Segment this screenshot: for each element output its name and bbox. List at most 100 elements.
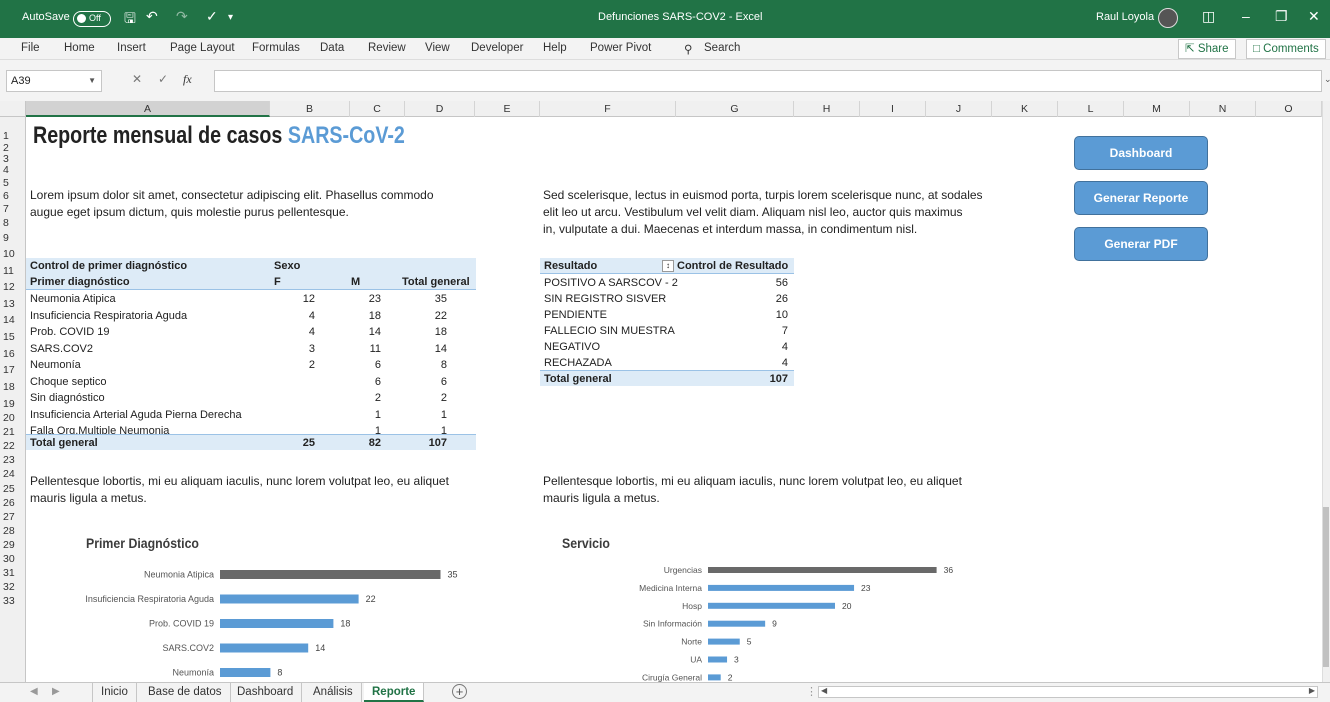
pivot1-row[interactable]: Choque septico 6 6: [26, 374, 476, 390]
row-header-8[interactable]: 8: [0, 217, 26, 230]
menu-power-pivot[interactable]: Power Pivot: [590, 42, 651, 54]
col-header-i[interactable]: I: [860, 101, 926, 117]
prev-sheet-icon[interactable]: ◀: [30, 686, 38, 697]
pivot2-row[interactable]: PENDIENTE 10: [540, 307, 794, 323]
pivot-table-primer-diagnostico[interactable]: Control de primer diagnóstico Sexo Prime…: [26, 258, 476, 458]
row-header-31[interactable]: 31: [0, 567, 26, 580]
next-sheet-icon[interactable]: ▶: [52, 686, 60, 697]
row-header-5[interactable]: 5: [0, 177, 26, 190]
ribbon-display-icon[interactable]: ◫: [1202, 8, 1215, 25]
avatar[interactable]: [1158, 8, 1178, 28]
menu-home[interactable]: Home: [64, 42, 95, 54]
row-header-28[interactable]: 28: [0, 525, 26, 538]
horizontal-scrollbar[interactable]: ◀ ▶: [818, 686, 1318, 698]
pivot-table-resultado[interactable]: Resultado ↕ Control de Resultado POSITIV…: [540, 258, 794, 388]
col-header-j[interactable]: J: [926, 101, 992, 117]
chart-bar[interactable]: [708, 602, 835, 609]
row-header-7[interactable]: 7: [0, 203, 26, 216]
search-icon[interactable]: ⚲: [684, 42, 692, 56]
comments-button[interactable]: □ Comments: [1246, 39, 1326, 59]
search-box[interactable]: Search: [704, 42, 740, 54]
pivot1-row[interactable]: Insuficiencia Respiratoria Aguda 4 18 22: [26, 308, 476, 324]
pivot1-row[interactable]: Sin diagnóstico 2 2: [26, 390, 476, 406]
row-header-15[interactable]: 15: [0, 331, 26, 344]
chart-bar[interactable]: [220, 668, 271, 677]
row-header-19[interactable]: 19: [0, 398, 26, 411]
pivot1-row[interactable]: Neumonía 2 6 8: [26, 357, 476, 373]
user-name[interactable]: Raul Loyola: [1096, 11, 1154, 23]
row-header-6[interactable]: 6: [0, 190, 26, 203]
enter-icon[interactable]: ✓: [158, 72, 168, 86]
expand-formula-icon[interactable]: ⌄: [1324, 74, 1330, 85]
row-header-27[interactable]: 27: [0, 511, 26, 524]
chart-primer-diagnostico[interactable]: Neumonia Atipica 35 Insuficiencia Respirat…: [26, 555, 506, 682]
undo-icon[interactable]: ↶: [146, 8, 158, 25]
generar-pdf-button[interactable]: Generar PDF: [1074, 227, 1208, 261]
chart-bar[interactable]: [708, 638, 740, 645]
redo-icon[interactable]: ↷: [176, 8, 188, 25]
minimize-icon[interactable]: –: [1242, 8, 1250, 24]
row-header-17[interactable]: 17: [0, 364, 26, 377]
menu-insert[interactable]: Insert: [117, 42, 146, 54]
vertical-scroll-thumb[interactable]: [1323, 507, 1329, 667]
row-header-29[interactable]: 29: [0, 539, 26, 552]
pivot1-sexo-header[interactable]: Sexo: [274, 258, 300, 274]
chart-servicio[interactable]: Urgencias 36 Medicina Interna 23 Hosp 20 Sin I…: [546, 555, 986, 682]
col-header-d[interactable]: D: [405, 101, 475, 117]
formula-input[interactable]: [214, 70, 1322, 92]
row-header-18[interactable]: 18: [0, 381, 26, 394]
row-header-16[interactable]: 16: [0, 348, 26, 361]
add-sheet-icon[interactable]: +: [452, 684, 467, 699]
select-all-corner[interactable]: [0, 101, 26, 117]
pivot2-row[interactable]: SIN REGISTRO SISVER 26: [540, 291, 794, 307]
restore-icon[interactable]: ❐: [1275, 8, 1288, 25]
pivot1-row-label-header[interactable]: Primer diagnóstico: [30, 274, 130, 290]
chart-bar[interactable]: [220, 570, 441, 579]
row-header-32[interactable]: 32: [0, 581, 26, 594]
pivot1-row[interactable]: SARS.COV2 3 11 14: [26, 341, 476, 357]
dashboard-button[interactable]: Dashboard: [1074, 136, 1208, 170]
pivot2-row[interactable]: RECHAZADA 4: [540, 355, 794, 371]
close-icon[interactable]: ✕: [1308, 8, 1320, 25]
col-header-h[interactable]: H: [794, 101, 860, 117]
col-header-b[interactable]: B: [270, 101, 350, 117]
row-header-33[interactable]: 33: [0, 595, 26, 608]
tab-reporte[interactable]: Reporte: [364, 683, 425, 702]
tab-analisis[interactable]: Análisis: [305, 683, 362, 702]
col-header-e[interactable]: E: [475, 101, 540, 117]
menu-view[interactable]: View: [425, 42, 450, 54]
insert-function-icon[interactable]: fx: [183, 72, 192, 87]
pivot2-row[interactable]: FALLECIO SIN MUESTRA 7: [540, 323, 794, 339]
row-header-23[interactable]: 23: [0, 454, 26, 467]
chart-bar[interactable]: [220, 643, 309, 653]
pivot1-row[interactable]: Insuficiencia Arterial Aguda Pierna Dere…: [26, 407, 476, 423]
menu-review[interactable]: Review: [368, 42, 406, 54]
share-button[interactable]: ⇱ Share: [1178, 39, 1236, 59]
generar-reporte-button[interactable]: Generar Reporte: [1074, 181, 1208, 215]
col-header-a[interactable]: A: [26, 101, 270, 117]
scroll-right-icon[interactable]: ▶: [1309, 686, 1315, 695]
row-header-20[interactable]: 20: [0, 412, 26, 425]
chart-bar[interactable]: [708, 656, 728, 663]
row-header-25[interactable]: 25: [0, 483, 26, 496]
row-header-10[interactable]: 10: [0, 248, 26, 261]
pivot1-row[interactable]: Neumonia Atipica 12 23 35: [26, 291, 476, 307]
chart-bar[interactable]: [708, 674, 721, 681]
row-header-22[interactable]: 22: [0, 440, 26, 453]
col-header-l[interactable]: L: [1058, 101, 1124, 117]
chart-bar[interactable]: [708, 584, 855, 591]
col-header-m[interactable]: M: [1124, 101, 1190, 117]
col-header-f[interactable]: F: [540, 101, 676, 117]
row-header-13[interactable]: 13: [0, 298, 26, 311]
col-header-k[interactable]: K: [992, 101, 1058, 117]
cancel-icon[interactable]: ✕: [132, 72, 142, 86]
col-header-o[interactable]: O: [1256, 101, 1322, 117]
pivot1-row[interactable]: Prob. COVID 19 4 14 18: [26, 324, 476, 340]
menu-formulas[interactable]: Formulas: [252, 42, 300, 54]
tab-dashboard[interactable]: Dashboard: [229, 683, 303, 702]
row-header-30[interactable]: 30: [0, 553, 26, 566]
name-box[interactable]: A39 ▼: [6, 70, 102, 92]
chart-bar[interactable]: [220, 594, 359, 604]
save-icon[interactable]: 🖫: [124, 8, 136, 32]
format-painter-icon[interactable]: ✓: [206, 8, 218, 25]
